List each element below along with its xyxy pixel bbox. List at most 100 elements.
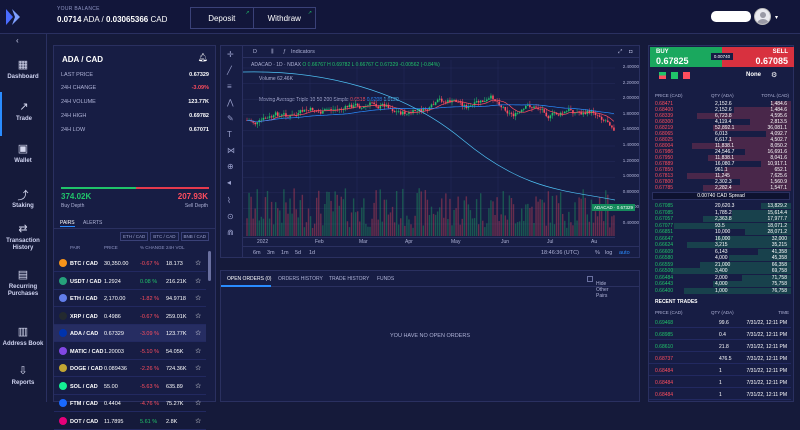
chart-type-icon[interactable]: ⫼ bbox=[271, 49, 274, 56]
table-row[interactable]: XRP / CAD 0.4986 -0.67 % 259.01K ☆ bbox=[54, 308, 206, 325]
crosshair-icon[interactable]: ✛ bbox=[227, 50, 234, 59]
sidebar-item-wallet[interactable]: ▣ Wallet bbox=[0, 134, 46, 178]
brush-tool-icon[interactable]: ✎ bbox=[227, 114, 234, 123]
auto-toggle[interactable]: auto bbox=[619, 250, 630, 256]
ruler-icon[interactable]: ⌇ bbox=[227, 196, 231, 205]
star-icon[interactable]: ☆ bbox=[195, 347, 201, 355]
text-tool-icon[interactable]: T bbox=[227, 130, 232, 139]
range-1m[interactable]: 1m bbox=[281, 250, 289, 256]
sidebar-item-trade[interactable]: ↗ Trade bbox=[0, 92, 46, 136]
bid-row[interactable]: 0.66500 3,400 69,758 bbox=[649, 268, 791, 274]
pair-filters: ETH / CAD BTC / CAD BNB / CAD bbox=[120, 232, 211, 241]
star-icon[interactable]: ☆ bbox=[195, 364, 201, 372]
settings-icon[interactable]: ⚙ bbox=[771, 71, 777, 79]
star-icon[interactable]: ☆ bbox=[195, 399, 201, 407]
timeframe-button[interactable]: D bbox=[253, 49, 257, 55]
bid-row[interactable]: 0.66580 4,000 45,358 bbox=[649, 255, 791, 261]
tab-open-orders[interactable]: OPEN ORDERS (0) bbox=[227, 276, 271, 282]
zoom-icon[interactable]: ⊙ bbox=[227, 212, 234, 221]
asks-only-icon[interactable] bbox=[683, 72, 690, 79]
table-row[interactable]: BTC / CAD 30,350.00 -0.67 % 18.173 ☆ bbox=[54, 255, 206, 272]
tab-trade-history[interactable]: TRADE HISTORY bbox=[329, 276, 369, 282]
star-icon[interactable]: ☆ bbox=[195, 329, 201, 337]
logo-icon[interactable] bbox=[4, 8, 24, 26]
coin-icon bbox=[59, 294, 67, 302]
scrollbar[interactable] bbox=[208, 251, 211, 281]
bid-row[interactable]: 0.66609 6,143 41,358 bbox=[649, 248, 791, 255]
bid-row[interactable]: 0.66400 1,000 76,758 bbox=[649, 287, 791, 294]
tab-alerts[interactable]: ALERTS bbox=[83, 220, 102, 226]
camera-icon[interactable]: ◘ bbox=[629, 49, 632, 55]
both-sides-icon[interactable] bbox=[659, 72, 666, 79]
range-3m[interactable]: 3m bbox=[267, 250, 275, 256]
percent-toggle[interactable]: % bbox=[595, 250, 600, 256]
table-row[interactable]: FTM / CAD 0.4404 -4.76 % 75.27K ☆ bbox=[54, 395, 206, 412]
star-icon[interactable]: ☆ bbox=[195, 382, 201, 390]
coin-icon bbox=[59, 416, 67, 425]
hide-other-pairs-checkbox[interactable]: Hide Other Pairs bbox=[587, 276, 609, 299]
table-row[interactable]: ETH / CAD 2,170.00 -1.82 % 94.9718 ☆ bbox=[54, 290, 206, 307]
filter-eth[interactable]: ETH / CAD bbox=[120, 232, 149, 241]
range-1d[interactable]: 1d bbox=[309, 250, 315, 256]
ask-row[interactable]: 0.67785 2,282.4 1,547.1 bbox=[649, 185, 791, 191]
bid-row[interactable]: 0.66484 2,000 71,758 bbox=[649, 274, 791, 281]
chevron-left-icon[interactable]: ‹ bbox=[16, 36, 19, 45]
table-row[interactable]: MATIC / CAD 1.20003 -5.10 % 54.05K ☆ bbox=[54, 343, 206, 360]
bid-row[interactable]: 0.66851 10,000 28,071.2 bbox=[649, 229, 791, 235]
table-row[interactable]: ADA / CAD 0.67329 -3.09 % 123.77K ☆ bbox=[54, 325, 206, 342]
tab-pairs[interactable]: PAIRS bbox=[60, 220, 75, 227]
bid-row[interactable]: 0.67057 2,363.8 17,977.7 bbox=[649, 216, 791, 222]
tab-funds[interactable]: FUNDS bbox=[377, 276, 394, 282]
indicators-button[interactable]: Indicators bbox=[291, 49, 315, 55]
bell-icon[interactable]: 🔔︎ bbox=[198, 53, 208, 62]
table-row[interactable]: DOT / CAD 11.7895 5.61 % 2.8K ☆ bbox=[54, 413, 206, 430]
chevron-down-icon[interactable]: ▾ bbox=[775, 14, 778, 21]
bid-row[interactable]: 0.67077 93.5 18,071.2 bbox=[649, 222, 791, 229]
range-5d[interactable]: 5d bbox=[295, 250, 301, 256]
username-pill[interactable] bbox=[711, 11, 751, 22]
range-6m[interactable]: 6m bbox=[253, 250, 261, 256]
table-row[interactable]: USDT / CAD 1.2924 0.08 % 216.21K ☆ bbox=[54, 273, 206, 290]
shapes-tool-icon[interactable]: ⊕ bbox=[227, 162, 234, 171]
tab-orders-history[interactable]: ORDERS HISTORY bbox=[278, 276, 323, 282]
candlestick-plot[interactable] bbox=[243, 60, 615, 236]
deposit-button[interactable]: Deposit ↗ bbox=[191, 8, 254, 28]
withdraw-button[interactable]: Withdraw ↗ bbox=[254, 8, 316, 28]
pair-change: -5.10 % bbox=[140, 348, 159, 355]
bid-row[interactable]: 0.67085 1,785.2 15,614.4 bbox=[649, 209, 791, 216]
fib-tool-icon[interactable]: ⋀ bbox=[227, 98, 234, 107]
time-axis[interactable]: 2022 Feb Mar Apr May Jun Jul Au bbox=[243, 237, 615, 245]
indicators-icon[interactable]: ƒ bbox=[283, 49, 286, 55]
filter-btc[interactable]: BTC / CAD bbox=[150, 232, 179, 241]
grouping-select[interactable]: None bbox=[746, 72, 761, 78]
back-icon[interactable]: ◂ bbox=[227, 178, 231, 187]
sidebar-item-transaction-history[interactable]: ⇄ Transaction History bbox=[0, 214, 46, 258]
fullscreen-icon[interactable]: ⤢ bbox=[618, 49, 622, 56]
table-row[interactable]: DOGE / CAD 0.089436 -2.26 % 724.36K ☆ bbox=[54, 360, 206, 377]
channel-tool-icon[interactable]: ≡ bbox=[227, 82, 232, 91]
sidebar-item-address-book[interactable]: ▥ Address Book bbox=[0, 317, 46, 361]
magnet-icon[interactable]: ⋒ bbox=[227, 228, 234, 237]
table-row[interactable]: SOL / CAD 55.00 -5.63 % 635.89 ☆ bbox=[54, 378, 206, 395]
avatar[interactable] bbox=[754, 8, 771, 25]
pattern-tool-icon[interactable]: ⋈ bbox=[227, 146, 235, 155]
bid-row[interactable]: 0.66647 16,000 32,000 bbox=[649, 235, 791, 242]
pair-change: -1.82 % bbox=[140, 296, 159, 302]
star-icon[interactable]: ☆ bbox=[195, 312, 201, 320]
log-toggle[interactable]: log bbox=[605, 250, 612, 256]
star-icon[interactable]: ☆ bbox=[195, 417, 201, 425]
star-icon[interactable]: ☆ bbox=[195, 259, 201, 267]
star-icon[interactable]: ☆ bbox=[195, 294, 201, 302]
bids-only-icon[interactable] bbox=[671, 72, 678, 79]
star-icon[interactable]: ☆ bbox=[195, 277, 201, 285]
bid-row[interactable]: 0.66624 3,215 35,215 bbox=[649, 242, 791, 248]
filter-bnb[interactable]: BNB / CAD bbox=[180, 232, 210, 241]
sidebar-item-recurring-purchases[interactable]: ▤ Recurring Purchases bbox=[0, 260, 46, 304]
sidebar-item-reports[interactable]: ⇩ Reports bbox=[0, 356, 46, 400]
sidebar-item-dashboard[interactable]: ▦ Dashboard bbox=[0, 50, 46, 94]
coin-icon bbox=[59, 381, 67, 390]
bid-row[interactable]: 0.67085 20,620.3 13,829.2 bbox=[649, 203, 791, 209]
bid-row[interactable]: 0.66443 4,000 75,758 bbox=[649, 281, 791, 287]
bid-row[interactable]: 0.66559 21,000 66,358 bbox=[649, 261, 791, 268]
line-tool-icon[interactable]: ╱ bbox=[227, 66, 232, 75]
